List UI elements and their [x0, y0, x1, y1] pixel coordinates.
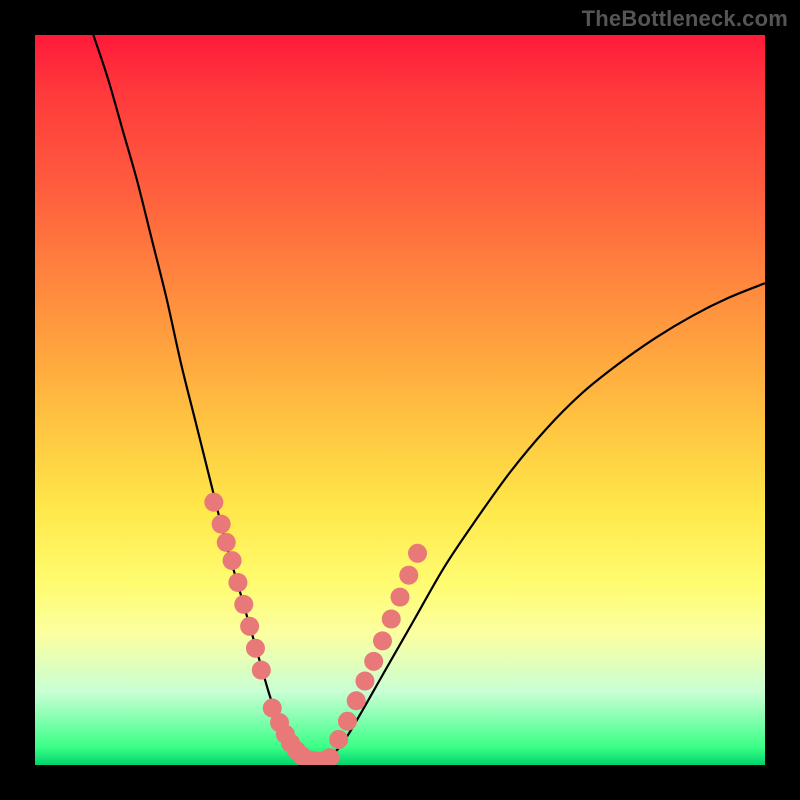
- bottleneck-plot: [35, 35, 765, 765]
- marker-dot: [212, 515, 231, 534]
- marker-dot: [240, 617, 259, 636]
- marker-dot: [217, 533, 236, 552]
- marker-dot: [347, 691, 366, 710]
- marker-dot: [234, 595, 253, 614]
- marker-dot: [246, 639, 265, 658]
- marker-dot: [382, 610, 401, 629]
- bottleneck-curve: [93, 35, 765, 763]
- marker-dot: [391, 588, 410, 607]
- marker-dot: [364, 652, 383, 671]
- marker-dot: [252, 661, 271, 680]
- marker-dot: [408, 544, 427, 563]
- marker-dot: [355, 672, 374, 691]
- marker-dot: [329, 730, 348, 749]
- marker-dot: [399, 566, 418, 585]
- marker-dot: [338, 712, 357, 731]
- marker-dot: [373, 631, 392, 650]
- marker-dot: [223, 551, 242, 570]
- watermark-text: TheBottleneck.com: [582, 6, 788, 32]
- marker-dot: [228, 573, 247, 592]
- chart-frame: [35, 35, 765, 765]
- bottleneck-markers: [204, 493, 427, 765]
- marker-dot: [204, 493, 223, 512]
